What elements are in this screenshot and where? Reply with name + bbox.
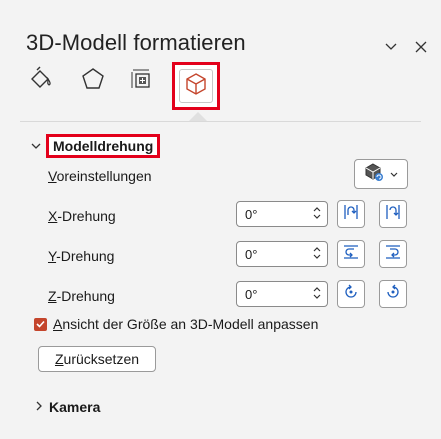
z-rotation-input[interactable] (237, 286, 297, 302)
x-rotation-accesskey: X (48, 208, 58, 224)
x-rotation-input[interactable] (237, 206, 297, 222)
y-rotate-right-button[interactable] (379, 240, 407, 268)
tab-3d-model-inner (179, 69, 213, 103)
z-rotation-accesskey: Z (48, 288, 57, 304)
z-rotate-clockwise-button[interactable] (379, 280, 407, 308)
x-rotation-spinner[interactable] (236, 201, 328, 227)
section-model-rotation-header[interactable]: Modelldrehung (30, 134, 161, 158)
pane-title: 3D-Modell formatieren (26, 30, 246, 55)
y-rotation-accesskey: Y (48, 248, 57, 264)
chevron-down-icon (390, 165, 398, 183)
size-properties-icon (128, 66, 154, 97)
fit-to-model-label-text: nsicht der Größe an 3D-Modell anpassen (62, 316, 319, 332)
presets-label-accesskey: V (48, 168, 57, 184)
reset-button[interactable]: Zurücksetzen (38, 346, 156, 372)
section-model-rotation-label: Modelldrehung (46, 134, 161, 158)
close-icon[interactable] (412, 38, 430, 56)
y-rotation-arrows[interactable] (313, 246, 321, 260)
x-rotate-left-button[interactable] (337, 200, 365, 228)
presets-dropdown-button[interactable] (354, 159, 408, 189)
z-rotation-label: Z-Drehung (48, 288, 115, 304)
reset-label-text: urücksetzen (63, 351, 140, 367)
x-rotate-right-button[interactable] (379, 200, 407, 228)
tab-effects[interactable] (78, 66, 108, 96)
rotate-clockwise-icon (383, 282, 403, 307)
format-3d-model-pane: 3D-Modell formatieren Modelldrehung Vore… (0, 0, 441, 439)
3d-model-icon (184, 72, 208, 101)
pane-options-chevron-icon[interactable] (382, 38, 400, 56)
tab-pointer (189, 112, 207, 121)
z-rotation-arrows[interactable] (313, 286, 321, 300)
y-rotation-input[interactable] (237, 246, 297, 262)
y-rotate-left-button[interactable] (337, 240, 365, 268)
tab-3d-model[interactable] (172, 62, 220, 110)
tab-size-properties[interactable] (126, 66, 156, 96)
section-camera-label: Kamera (49, 399, 101, 415)
rotate-down-icon (383, 202, 403, 227)
rotate-icon (364, 162, 384, 187)
fit-to-model-accesskey: A (53, 316, 63, 332)
effects-pentagon-icon (80, 66, 106, 97)
fill-line-icon (28, 66, 54, 97)
header-divider (20, 121, 421, 122)
section-camera-header[interactable]: Kamera (36, 398, 100, 416)
rotate-left-icon (341, 242, 361, 267)
y-rotation-label: Y-Drehung (48, 248, 114, 264)
fit-to-model-label: Ansicht der Größe an 3D-Modell anpassen (53, 316, 318, 332)
reset-accesskey: Z (54, 351, 64, 367)
z-rotation-spinner[interactable] (236, 281, 328, 307)
fit-to-model-checkbox[interactable] (34, 317, 47, 331)
tab-fill-line[interactable] (26, 66, 56, 96)
rotate-right-icon (383, 242, 403, 267)
presets-label-text: oreinstellungen (56, 168, 152, 184)
x-rotation-label-text: -Drehung (57, 208, 116, 224)
x-rotation-arrows[interactable] (313, 206, 321, 220)
y-rotation-spinner[interactable] (236, 241, 328, 267)
chevron-right-icon (36, 398, 43, 416)
rotate-counterclockwise-icon (341, 282, 361, 307)
chevron-down-icon (30, 140, 42, 152)
x-rotation-label: X-Drehung (48, 208, 116, 224)
presets-label: Voreinstellungen (48, 168, 152, 184)
z-rotation-label-text: -Drehung (56, 288, 115, 304)
y-rotation-label-text: -Drehung (56, 248, 115, 264)
z-rotate-counterclockwise-button[interactable] (337, 280, 365, 308)
rotate-up-icon (341, 202, 361, 227)
fit-to-model-checkbox-row[interactable]: Ansicht der Größe an 3D-Modell anpassen (34, 316, 318, 332)
